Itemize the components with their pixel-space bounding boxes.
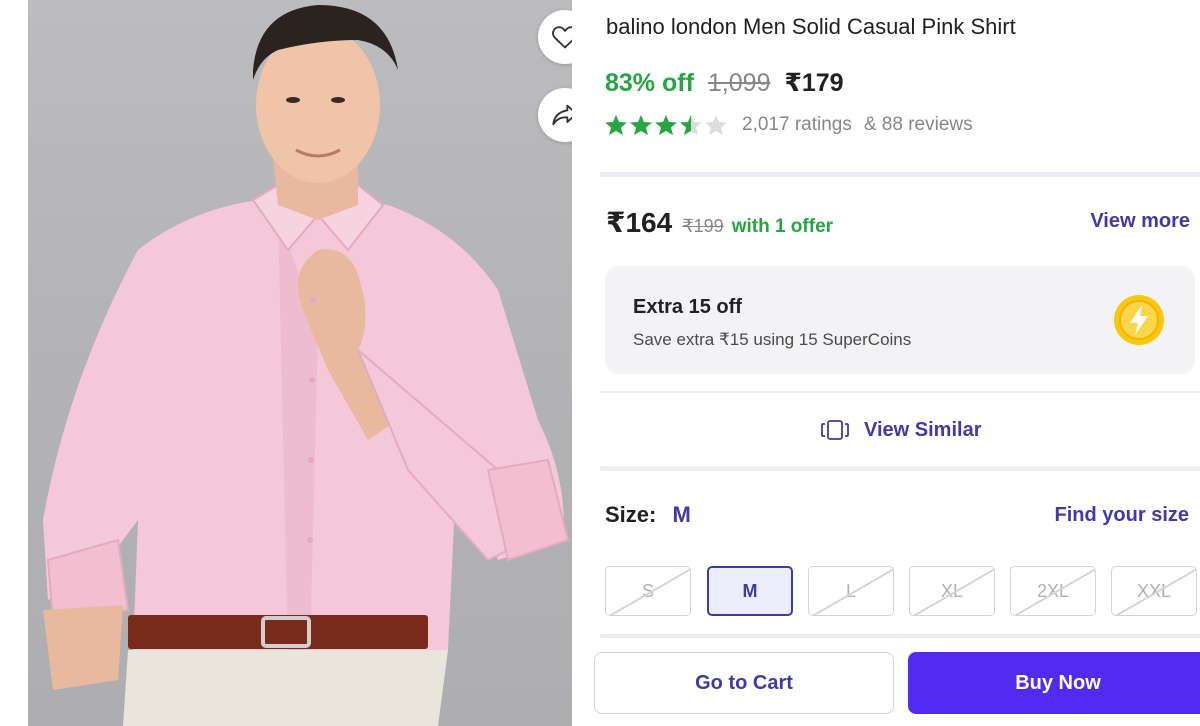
size-option-l[interactable]: L: [808, 566, 894, 616]
offer-row[interactable]: ₹164 ₹199 with 1 offer View more: [606, 206, 1196, 239]
product-title: balino london Men Solid Casual Pink Shir…: [606, 14, 1016, 39]
price-row: 83% off 1,099 ₹179: [605, 68, 844, 98]
product-details: balino london Men Solid Casual Pink Shir…: [594, 0, 1200, 726]
size-option-label: L: [845, 580, 856, 601]
star-rating: [604, 114, 728, 136]
supercoin-lightning-icon: [1114, 295, 1164, 345]
reviews-count: & 88 reviews: [863, 114, 973, 135]
model-illustration: [43, 5, 570, 726]
divider: [600, 391, 1200, 393]
view-similar-label: View Similar: [864, 418, 982, 441]
selected-size: M: [672, 502, 691, 527]
empty-star-icon: [705, 115, 727, 135]
divider: [600, 634, 1200, 638]
star-icon: [655, 115, 677, 135]
supercoins-title: Extra 15 off: [633, 296, 742, 318]
size-option-s[interactable]: S: [605, 566, 691, 616]
offer-price: ₹164: [606, 207, 673, 238]
rating-row[interactable]: 2,017 ratings & 88 reviews: [604, 114, 973, 136]
size-option-label: S: [641, 580, 654, 601]
size-header: Size: M Find your size: [605, 502, 1195, 528]
star-icon: [605, 115, 627, 135]
discount-percent: 83% off: [605, 69, 694, 97]
size-option-xl[interactable]: XL: [909, 566, 995, 616]
product-image-panel[interactable]: [0, 0, 572, 726]
offer-mrp: ₹199: [682, 216, 724, 236]
offer-text: with 1 offer: [731, 216, 834, 237]
selling-price: ₹179: [784, 69, 844, 97]
size-option-xxl[interactable]: XXL: [1111, 566, 1197, 616]
size-option-m[interactable]: M: [707, 566, 793, 616]
mrp-price: 1,099: [707, 69, 771, 97]
supercoins-subtitle: Save extra ₹15 using 15 SuperCoins: [633, 330, 912, 349]
size-option-label: 2XL: [1036, 580, 1070, 601]
size-option-label: XXL: [1136, 580, 1172, 601]
size-option-2xl[interactable]: 2XL: [1010, 566, 1096, 616]
divider: [600, 172, 1200, 177]
buy-now-button[interactable]: Buy Now: [908, 652, 1200, 714]
ratings-count: 2,017 ratings: [742, 114, 852, 135]
go-to-cart-button[interactable]: Go to Cart: [594, 652, 894, 714]
size-label: Size:: [605, 502, 657, 527]
size-option-label: XL: [940, 580, 964, 601]
heart-icon: [552, 26, 572, 49]
view-similar-icon: [821, 420, 849, 440]
half-star-icon: [680, 115, 702, 135]
star-icon: [630, 115, 652, 135]
divider: [600, 466, 1200, 471]
find-your-size-link[interactable]: Find your size: [1055, 504, 1189, 527]
share-icon: [552, 104, 572, 126]
view-similar-button[interactable]: View Similar: [820, 418, 981, 442]
view-more-link[interactable]: View more: [1090, 210, 1190, 233]
supercoins-card[interactable]: Extra 15 off Save extra ₹15 using 15 Sup…: [605, 266, 1195, 374]
product-photo[interactable]: [28, 0, 572, 726]
size-option-label: M: [742, 580, 758, 601]
